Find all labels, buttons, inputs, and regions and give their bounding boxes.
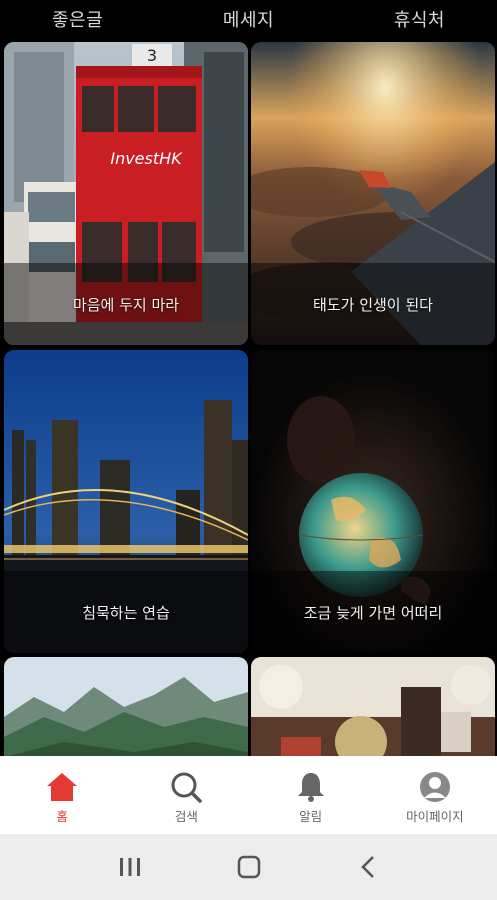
top-tab-bar: 좋은글 메세지 휴식처: [0, 0, 497, 38]
card-grid: InvestHK 3 마음에 두지 마라 태도가 인생이 된다 침묵하는 연습 …: [0, 40, 497, 756]
card-tram[interactable]: InvestHK 3 마음에 두지 마라: [4, 42, 248, 345]
app-screen: 좋은글 메세지 휴식처 InvestHK 3 마음에 두지 마라 태도가 인생이…: [0, 0, 497, 900]
nav-notifications-label: 알림: [299, 809, 323, 824]
bell-icon: [294, 770, 328, 804]
nav-mypage-label: 마이페이지: [406, 809, 464, 824]
card-still-life[interactable]: [251, 657, 495, 756]
back-button[interactable]: [348, 847, 388, 887]
recent-apps-button[interactable]: [110, 847, 150, 887]
card-airplane[interactable]: 태도가 인생이 된다: [251, 42, 495, 345]
card-bridge[interactable]: 침묵하는 연습: [4, 350, 248, 653]
card-caption: 태도가 인생이 된다: [251, 263, 495, 345]
tab-good-writings[interactable]: 좋은글: [52, 6, 103, 32]
card-caption: 침묵하는 연습: [4, 571, 248, 653]
bus-number: 3: [147, 46, 157, 65]
card-globe[interactable]: 조금 늦게 가면 어떠리: [251, 350, 495, 653]
bottom-navigation: 홈 검색 알림 마이페이지: [0, 756, 497, 834]
card-mountains[interactable]: [4, 657, 248, 756]
recent-apps-icon: [119, 858, 140, 876]
home-icon: [45, 770, 79, 804]
tab-messages[interactable]: 메세지: [223, 6, 274, 32]
nav-home-label: 홈: [56, 809, 68, 824]
profile-icon: [418, 770, 452, 804]
nav-mypage[interactable]: 마이페이지: [373, 756, 497, 834]
bus-advert-text: InvestHK: [110, 149, 183, 168]
home-square-icon: [237, 855, 260, 879]
still-life-image: [251, 657, 495, 756]
home-system-button[interactable]: [229, 847, 269, 887]
card-caption: 조금 늦게 가면 어떠리: [251, 571, 495, 653]
back-chevron-icon: [360, 856, 374, 878]
nav-home[interactable]: 홈: [0, 756, 124, 834]
nav-notifications[interactable]: 알림: [249, 756, 373, 834]
search-icon: [169, 770, 203, 804]
card-caption: 마음에 두지 마라: [4, 263, 248, 345]
mountains-image: [4, 657, 248, 756]
nav-search-label: 검색: [174, 809, 198, 824]
nav-search[interactable]: 검색: [124, 756, 248, 834]
system-navigation-bar: [0, 834, 497, 900]
tab-resting-place[interactable]: 휴식처: [394, 6, 445, 32]
